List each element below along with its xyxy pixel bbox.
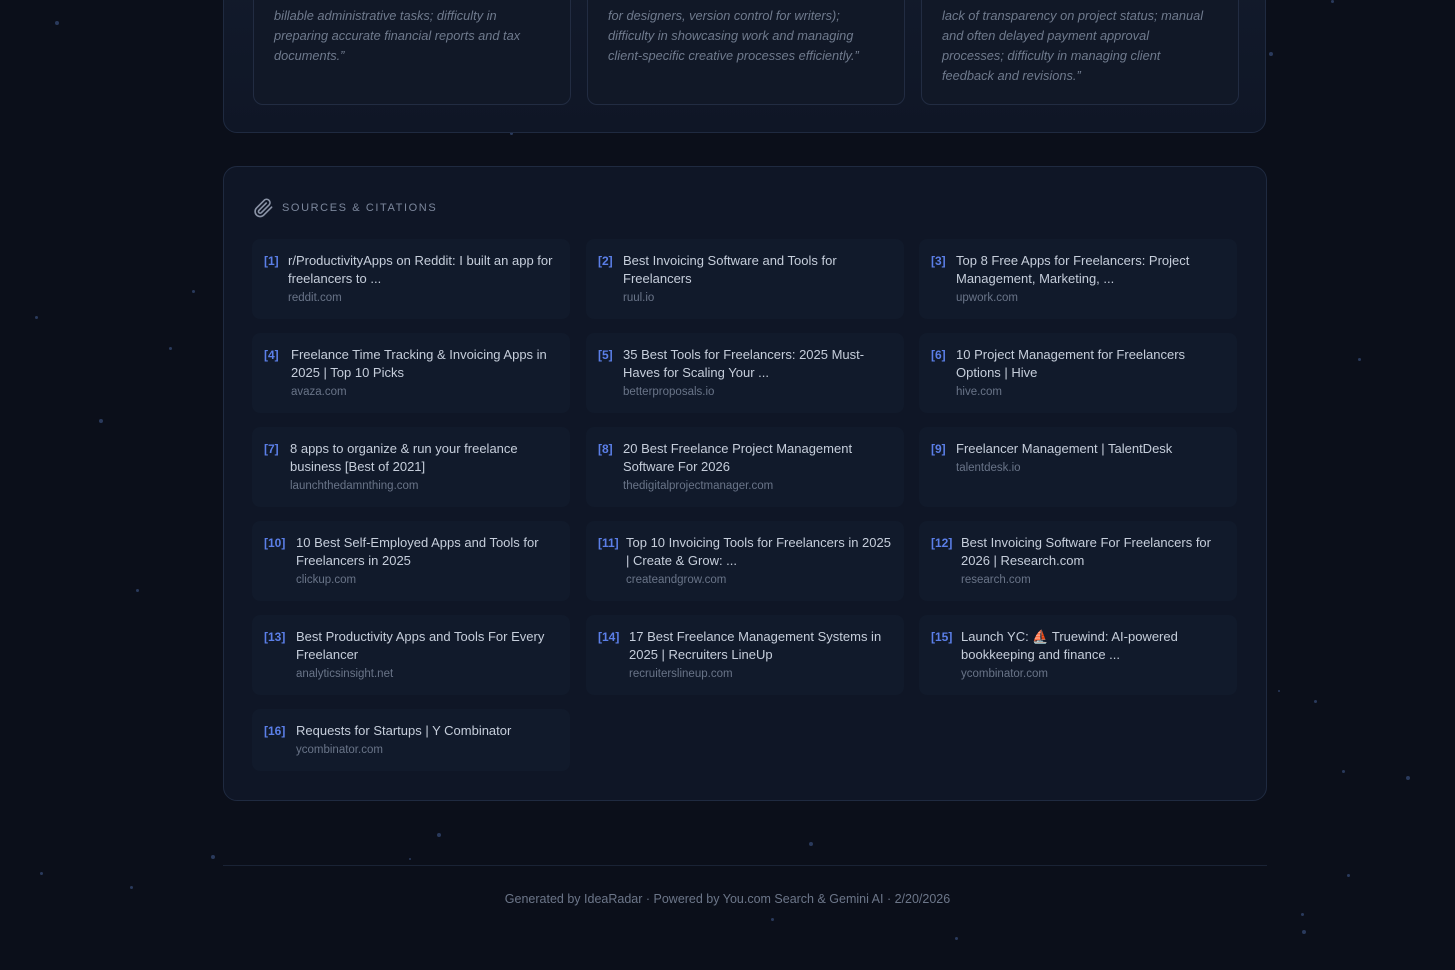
pain-points-panel: billable administrative tasks; difficult…	[223, 0, 1266, 133]
citation-card[interactable]: [2] Best Invoicing Software and Tools fo…	[586, 239, 904, 319]
citation-number: [7]	[264, 442, 279, 456]
citation-title[interactable]: Top 8 Free Apps for Freelancers: Project…	[956, 252, 1227, 288]
citation-domain: hive.com	[956, 386, 1003, 398]
citation-domain: ruul.io	[623, 292, 655, 304]
citation-domain: research.com	[961, 574, 1031, 586]
citation-title[interactable]: Freelancer Management | TalentDesk	[956, 440, 1227, 458]
quote-card: lack of transparency on project status; …	[921, 0, 1239, 105]
citation-domain: betterproposals.io	[623, 386, 715, 398]
citation-domain: ycombinator.com	[961, 668, 1048, 680]
citation-number: [15]	[931, 630, 953, 644]
sources-panel: SOURCES & CITATIONS [1] r/ProductivityAp…	[223, 166, 1267, 801]
citation-domain: analyticsinsight.net	[296, 668, 394, 680]
citation-body: 8 apps to organize & run your freelance …	[290, 440, 560, 494]
citation-title[interactable]: 10 Best Self-Employed Apps and Tools for…	[296, 534, 560, 570]
citation-title[interactable]: 35 Best Tools for Freelancers: 2025 Must…	[623, 346, 894, 382]
quote-card: billable administrative tasks; difficult…	[253, 0, 571, 105]
citation-number: [12]	[931, 536, 953, 550]
citation-number: [16]	[264, 724, 286, 738]
citation-body: 20 Best Freelance Project Management Sof…	[623, 440, 894, 494]
citation-title[interactable]: Best Productivity Apps and Tools For Eve…	[296, 628, 560, 664]
citation-domain: recruiterslineup.com	[629, 668, 733, 680]
sources-header: SOURCES & CITATIONS	[252, 197, 437, 219]
citation-number: [1]	[264, 254, 279, 268]
citation-body: Top 10 Invoicing Tools for Freelancers i…	[626, 534, 894, 588]
citation-card[interactable]: [6] 10 Project Management for Freelancer…	[919, 333, 1237, 413]
citation-domain: reddit.com	[288, 292, 342, 304]
quote-text: billable administrative tasks; difficult…	[274, 8, 521, 63]
citation-body: Freelance Time Tracking & Invoicing Apps…	[291, 346, 560, 400]
citation-title[interactable]: r/ProductivityApps on Reddit: I built an…	[288, 252, 560, 288]
citation-domain: talentdesk.io	[956, 462, 1021, 474]
citation-domain: createandgrow.com	[626, 574, 727, 586]
citation-title[interactable]: Top 10 Invoicing Tools for Freelancers i…	[626, 534, 894, 570]
citation-card[interactable]: [7] 8 apps to organize & run your freela…	[252, 427, 570, 507]
citation-domain: upwork.com	[956, 292, 1018, 304]
citation-title[interactable]: Requests for Startups | Y Combinator	[296, 722, 560, 740]
citation-body: r/ProductivityApps on Reddit: I built an…	[288, 252, 560, 306]
footer-text: Generated by IdeaRadar · Powered by You.…	[504, 892, 951, 906]
citation-card[interactable]: [8] 20 Best Freelance Project Management…	[586, 427, 904, 507]
citation-number: [9]	[931, 442, 946, 456]
quote-card: for designers, version control for write…	[587, 0, 905, 105]
citation-card[interactable]: [10] 10 Best Self-Employed Apps and Tool…	[252, 521, 570, 601]
citation-body: 10 Best Self-Employed Apps and Tools for…	[296, 534, 560, 588]
citation-body: Launch YC: ⛵ Truewind: AI-powered bookke…	[961, 628, 1227, 682]
citation-number: [6]	[931, 348, 946, 362]
citation-card[interactable]: [14] 17 Best Freelance Management System…	[586, 615, 904, 695]
citation-title[interactable]: Best Invoicing Software For Freelancers …	[961, 534, 1227, 570]
citation-body: Best Invoicing Software For Freelancers …	[961, 534, 1227, 588]
citation-title[interactable]: Best Invoicing Software and Tools for Fr…	[623, 252, 894, 288]
quote-text: for designers, version control for write…	[608, 8, 859, 63]
citation-number: [11]	[598, 536, 619, 550]
citation-title[interactable]: Freelance Time Tracking & Invoicing Apps…	[291, 346, 560, 382]
citation-card[interactable]: [9] Freelancer Management | TalentDesk t…	[919, 427, 1237, 507]
citation-number: [13]	[264, 630, 286, 644]
citation-body: 10 Project Management for Freelancers Op…	[956, 346, 1227, 400]
citation-body: Best Invoicing Software and Tools for Fr…	[623, 252, 894, 306]
sources-title: SOURCES & CITATIONS	[282, 202, 438, 214]
citation-title[interactable]: 8 apps to organize & run your freelance …	[290, 440, 560, 476]
citation-number: [10]	[264, 536, 286, 550]
citation-card[interactable]: [1] r/ProductivityApps on Reddit: I buil…	[252, 239, 570, 319]
citation-number: [14]	[598, 630, 620, 644]
citation-card[interactable]: [3] Top 8 Free Apps for Freelancers: Pro…	[919, 239, 1237, 319]
citation-body: 17 Best Freelance Management Systems in …	[629, 628, 894, 682]
citation-card[interactable]: [16] Requests for Startups | Y Combinato…	[252, 709, 570, 771]
citation-body: 35 Best Tools for Freelancers: 2025 Must…	[623, 346, 894, 400]
quote-text: lack of transparency on project status; …	[942, 8, 1204, 83]
citation-body: Freelancer Management | TalentDesk talen…	[956, 440, 1227, 476]
citation-body: Requests for Startups | Y Combinator yco…	[296, 722, 560, 758]
citation-domain: ycombinator.com	[296, 744, 383, 756]
citation-body: Best Productivity Apps and Tools For Eve…	[296, 628, 560, 682]
citation-number: [4]	[264, 348, 279, 362]
citation-domain: avaza.com	[291, 386, 347, 398]
citation-card[interactable]: [13] Best Productivity Apps and Tools Fo…	[252, 615, 570, 695]
citation-number: [2]	[598, 254, 613, 268]
citation-title[interactable]: 17 Best Freelance Management Systems in …	[629, 628, 894, 664]
citation-domain: thedigitalprojectmanager.com	[623, 480, 774, 492]
citation-body: Top 8 Free Apps for Freelancers: Project…	[956, 252, 1227, 306]
citation-domain: launchthedamnthing.com	[290, 480, 419, 492]
citation-domain: clickup.com	[296, 574, 357, 586]
citation-title[interactable]: 20 Best Freelance Project Management Sof…	[623, 440, 894, 476]
citation-number: [8]	[598, 442, 613, 456]
citation-card[interactable]: [15] Launch YC: ⛵ Truewind: AI-powered b…	[919, 615, 1237, 695]
footer-divider	[223, 865, 1267, 866]
citation-number: [5]	[598, 348, 613, 362]
citation-title[interactable]: 10 Project Management for Freelancers Op…	[956, 346, 1227, 382]
citation-card[interactable]: [11] Top 10 Invoicing Tools for Freelanc…	[586, 521, 904, 601]
citation-card[interactable]: [5] 35 Best Tools for Freelancers: 2025 …	[586, 333, 904, 413]
citation-number: [3]	[931, 254, 946, 268]
paperclip-icon	[252, 197, 274, 219]
citation-title[interactable]: Launch YC: ⛵ Truewind: AI-powered bookke…	[961, 628, 1227, 664]
citation-card[interactable]: [12] Best Invoicing Software For Freelan…	[919, 521, 1237, 601]
citation-card[interactable]: [4] Freelance Time Tracking & Invoicing …	[252, 333, 570, 413]
